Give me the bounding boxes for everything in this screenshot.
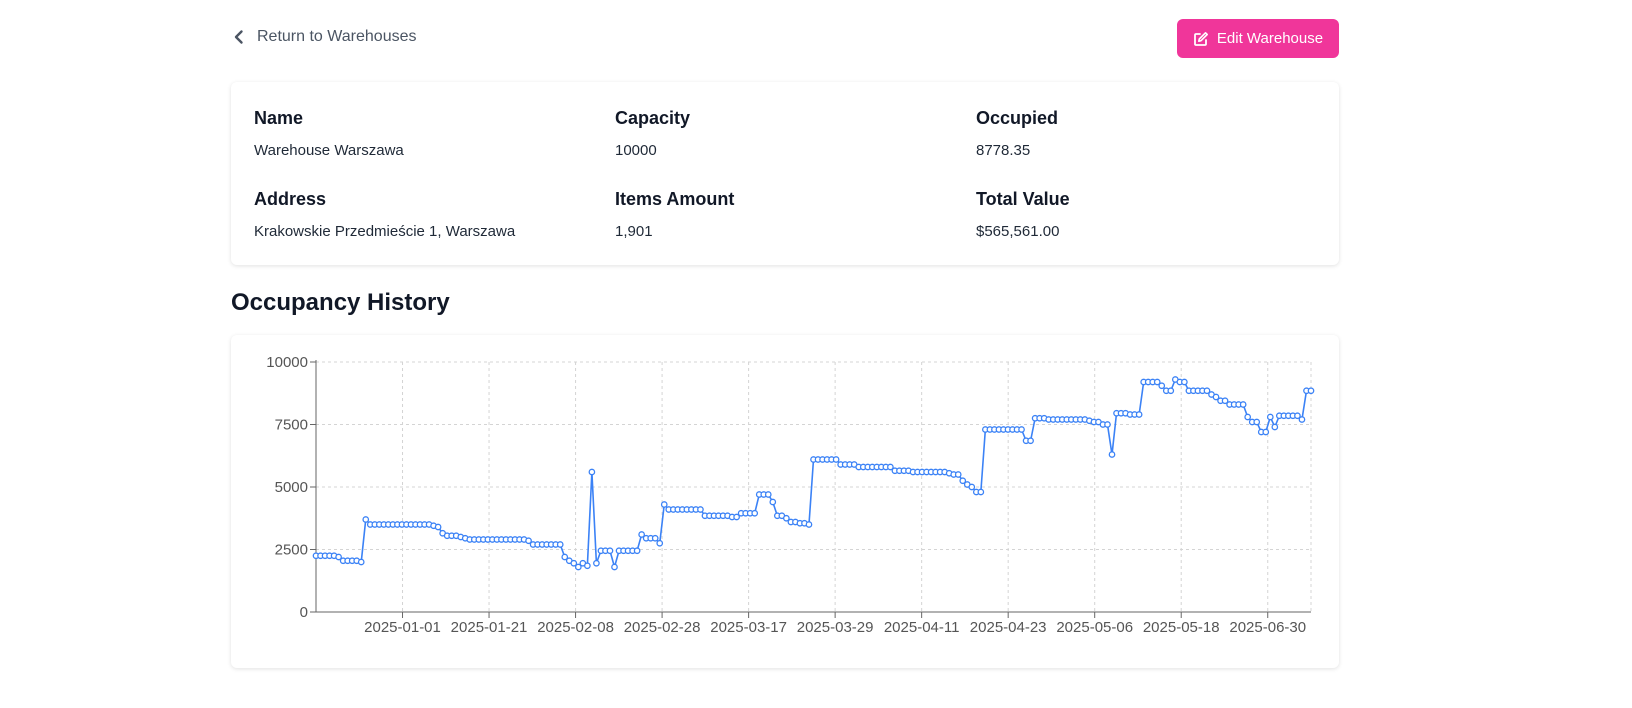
data-point [954,471,962,478]
name-field: Name Warehouse Warszawa [254,108,404,159]
y-tick-label: 0 [300,604,308,621]
data-point [556,541,564,548]
data-point [1262,428,1270,436]
capacity-label: Capacity [615,108,691,128]
data-point [1271,423,1279,431]
x-tick-label: 2025-01-21 [451,619,528,636]
data-point [1181,378,1188,386]
data-point [1244,413,1252,421]
y-tick-label: 2500 [275,542,308,559]
top-bar: Return to Warehouses Edit Warehouse [231,0,1339,80]
data-point [1266,413,1274,421]
data-point [977,488,985,496]
address-field: Address Krakowskie Przedmieście 1, Warsz… [254,189,515,240]
data-point [584,562,591,570]
data-point [1104,421,1111,428]
x-tick-label: 2025-05-06 [1056,619,1133,636]
y-tick-label: 10000 [266,354,308,371]
edit-button-label: Edit Warehouse [1216,30,1324,47]
occupied-field: Occupied 8778.35 [976,108,1058,159]
x-tick-label: 2025-03-29 [797,619,874,636]
total-value-label: Total Value [976,189,1070,209]
data-point [832,456,840,463]
items-amount-value: 1,901 [615,223,653,240]
edit-warehouse-button[interactable]: Edit Warehouse [1177,19,1339,58]
data-point [362,516,370,523]
data-point [606,547,614,555]
items-amount-field: Items Amount 1,901 [615,189,734,240]
data-point [656,539,664,547]
back-to-warehouses-link[interactable]: Return to Warehouses [231,28,416,46]
capacity-field: Capacity 10000 [615,108,690,159]
x-tick-label: 2025-02-08 [537,619,614,636]
y-tick-label: 5000 [275,479,308,496]
chevron-left-icon [231,29,247,45]
data-point [651,534,659,542]
data-point [1027,437,1034,445]
x-tick-label: 2025-06-30 [1229,619,1306,636]
occupied-value: 8778.35 [976,142,1031,159]
page-container: Return to Warehouses Edit Warehouse Name… [231,0,1339,668]
data-point [1239,401,1247,408]
data-point [357,558,365,566]
occupancy-history-title: Occupancy History [231,289,450,316]
data-point [968,483,976,491]
data-point [1167,387,1175,395]
address-value: Krakowskie Przedmieście 1, Warszawa [254,223,516,240]
data-point [1158,382,1166,390]
data-point [1298,416,1306,423]
x-tick-label: 2025-04-23 [970,619,1047,636]
data-point [751,509,759,517]
data-point [1253,418,1261,426]
address-label: Address [254,189,327,209]
data-point [434,523,442,531]
x-tick-label: 2025-02-28 [624,619,701,636]
y-tick-label: 7500 [275,417,308,434]
warehouse-details-card: Name Warehouse Warszawa Capacity 10000 O… [231,82,1339,265]
occupancy-chart-card: 0 2500 5000 7500 10000 2025-01-01 2025-01-21 20… [231,335,1339,668]
data-point [633,547,641,555]
total-value-field: Total Value $565,561.00 [976,189,1070,240]
x-tick-label: 2025-01-01 [364,619,441,636]
capacity-value: 10000 [615,142,657,159]
data-point [1307,387,1315,395]
occupied-label: Occupied [976,108,1059,128]
name-value: Warehouse Warszawa [254,142,404,159]
x-tick-label: 2025-04-11 [884,619,960,636]
x-tick-label: 2025-03-17 [710,619,787,636]
data-point [1108,451,1116,458]
x-tick-label: 2025-05-18 [1143,619,1220,636]
total-value-value: $565,561.00 [976,223,1060,240]
data-point [697,506,704,513]
name-label: Name [254,108,304,128]
data-point [611,563,618,571]
edit-icon [1193,31,1209,47]
data-point [1135,411,1143,418]
data-point [769,498,777,506]
data-point [764,491,772,498]
data-point [1018,426,1025,433]
data-point [593,559,600,567]
data-point [588,468,596,476]
items-amount-label: Items Amount [615,189,735,209]
back-link-label: Return to Warehouses [257,28,417,45]
data-point [805,521,813,528]
data-point [660,501,668,508]
occupancy-line-chart: 0 2500 5000 7500 10000 2025-01-01 2025-01-21 20… [266,354,1315,636]
